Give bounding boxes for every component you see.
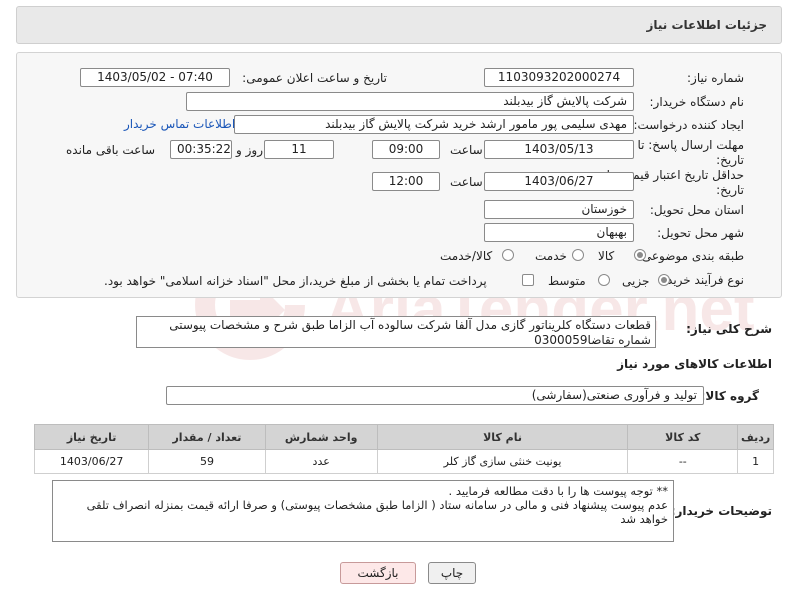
category-radio-goods-service[interactable] (502, 249, 514, 261)
col-name: نام کالا (376, 424, 629, 450)
col-row: ردیف (737, 424, 774, 450)
remaining-time-label: ساعت باقی مانده (66, 143, 156, 157)
goods-group-label: گروه کالا: (700, 389, 759, 403)
col-unit: واحد شمارش (264, 424, 378, 450)
category-radio-goods[interactable] (634, 249, 646, 261)
days-count-field: 11 (264, 140, 334, 159)
cell-qty: 59 (148, 449, 266, 474)
goods-table: ردیف کد کالا نام کالا واحد شمارش تعداد /… (33, 424, 774, 474)
goods-group-field: تولید و فرآوری صنعتی(سفارشی) (166, 386, 704, 405)
back-button[interactable]: بازگشت (340, 562, 416, 584)
cell-name: یونیت خنثی سازی گاز کلر (376, 449, 629, 474)
buyer-notes-field: ** توجه پیوست ها را با دقت مطالعه فرمایی… (52, 480, 674, 542)
reply-deadline-label: مهلت ارسال پاسخ: تا تاریخ: (637, 138, 744, 167)
reply-time-label: ساعت (450, 143, 483, 157)
col-date: تاریخ نیاز (33, 424, 150, 450)
goods-table-header: ردیف کد کالا نام کالا واحد شمارش تعداد /… (33, 424, 774, 450)
process-option-minor: جزیی (622, 274, 650, 288)
requester-field: مهدی سلیمی پور مامور ارشد خرید شرکت پالا… (234, 115, 634, 134)
days-and-label: روز و (236, 143, 263, 157)
cell-unit: عدد (264, 449, 378, 474)
city-label: شهر محل تحویل: (657, 226, 744, 240)
process-option-medium: متوسط (548, 274, 586, 288)
buyer-org-label: نام دستگاه خریدار: (649, 95, 745, 109)
buyer-org-field: شرکت پالایش گاز بیدبلند (186, 92, 634, 111)
reply-date-field: 1403/05/13 (484, 140, 634, 159)
buyer-notes-line2: عدم پیوست پیشنهاد فنی و مالی در سامانه س… (86, 498, 668, 526)
process-radio-minor[interactable] (658, 274, 670, 286)
buyer-contact-link[interactable]: اطلاعات تماس خریدار (124, 117, 235, 131)
need-number-label: شماره نیاز: (687, 71, 744, 85)
price-validity-date-field: 1403/06/27 (484, 172, 634, 191)
province-field: خوزستان (484, 200, 634, 219)
price-validity-time-field: 12:00 (372, 172, 440, 191)
page-header: جزئیات اطلاعات نیاز (16, 6, 782, 44)
treasury-payment-note: پرداخت تمام یا بخشی از مبلغ خرید،از محل … (104, 274, 487, 288)
buyer-notes-line1: ** توجه پیوست ها را با دقت مطالعه فرمایی… (448, 484, 668, 498)
category-option-service: خدمت (535, 249, 567, 263)
requester-label: ایجاد کننده درخواست: (633, 118, 744, 132)
remaining-time-field: 00:35:22 (170, 140, 232, 159)
description-label: شرح کلی نیاز: (686, 322, 772, 336)
page-title: جزئیات اطلاعات نیاز (646, 18, 767, 32)
table-row: 1 -- یونیت خنثی سازی گاز کلر عدد 59 1403… (33, 449, 774, 474)
col-qty: تعداد / مقدار (148, 424, 266, 450)
cell-code: -- (627, 449, 739, 474)
cell-date: 1403/06/27 (33, 449, 150, 474)
announce-date-field: 1403/05/02 - 07:40 (80, 68, 230, 87)
category-radio-service[interactable] (572, 249, 584, 261)
province-label: استان محل تحویل: (649, 203, 744, 217)
category-option-goods: کالا (598, 249, 615, 263)
need-number-field: 1103093202000274 (484, 68, 634, 87)
category-label: طبقه بندی موضوعی: (637, 249, 744, 263)
col-code: کد کالا (627, 424, 739, 450)
print-button[interactable]: چاپ (428, 562, 476, 584)
buyer-notes-label: توضیحات خریدار: (670, 504, 772, 518)
process-label: نوع فرآیند خرید : (659, 273, 744, 287)
category-option-goods-service: کالا/خدمت (440, 249, 493, 263)
treasury-payment-checkbox[interactable] (522, 274, 534, 286)
process-radio-medium[interactable] (598, 274, 610, 286)
announce-date-label: تاریخ و ساعت اعلان عمومی: (242, 71, 387, 85)
description-field: قطعات دستگاه کلریناتور گازی مدل آلفا شرک… (136, 316, 656, 348)
goods-info-title: اطلاعات کالاهای مورد نیاز (617, 357, 772, 371)
price-validity-time-label: ساعت (450, 175, 483, 189)
city-field: بهبهان (484, 223, 634, 242)
reply-time-field: 09:00 (372, 140, 440, 159)
cell-row: 1 (737, 449, 774, 474)
